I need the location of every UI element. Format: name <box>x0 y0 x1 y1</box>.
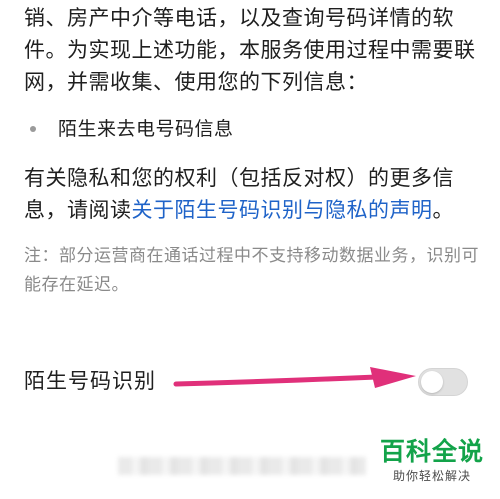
setting-label: 陌生号码识别 <box>24 369 156 393</box>
privacy-suffix: 。 <box>432 198 454 222</box>
stranger-id-toggle[interactable] <box>418 368 468 396</box>
list-item-text: 陌生来去电号码信息 <box>58 118 234 140</box>
toggle-knob <box>421 371 443 393</box>
privacy-paragraph: 有关隐私和您的权利（包括反对权）的更多信息，请阅读关于陌生号码识别与隐私的声明。 <box>24 162 484 226</box>
blurred-footer-text <box>118 457 366 475</box>
list-item: 陌生来去电号码信息 <box>24 112 484 152</box>
info-content: 销、房产中介等电话，以及查询号码详情的软件。为实现上述功能，本服务使用过程中需要… <box>24 0 484 300</box>
watermark-subtitle: 助你轻松解决 <box>392 469 471 483</box>
watermark-title: 百科全说 <box>379 437 484 466</box>
bullet-dot-icon <box>30 126 36 132</box>
privacy-statement-link[interactable]: 关于陌生号码识别与隐私的声明 <box>132 198 433 222</box>
pointer-arrow-icon <box>173 367 416 388</box>
watermark-logo: 百科全说 助你轻松解决 <box>372 437 492 485</box>
note-text: 注：部分运营商在通话过程中不支持移动数据业务，识别可能存在延迟。 <box>24 246 479 295</box>
intro-paragraph: 销、房产中介等电话，以及查询号码详情的软件。为实现上述功能，本服务使用过程中需要… <box>24 6 476 94</box>
